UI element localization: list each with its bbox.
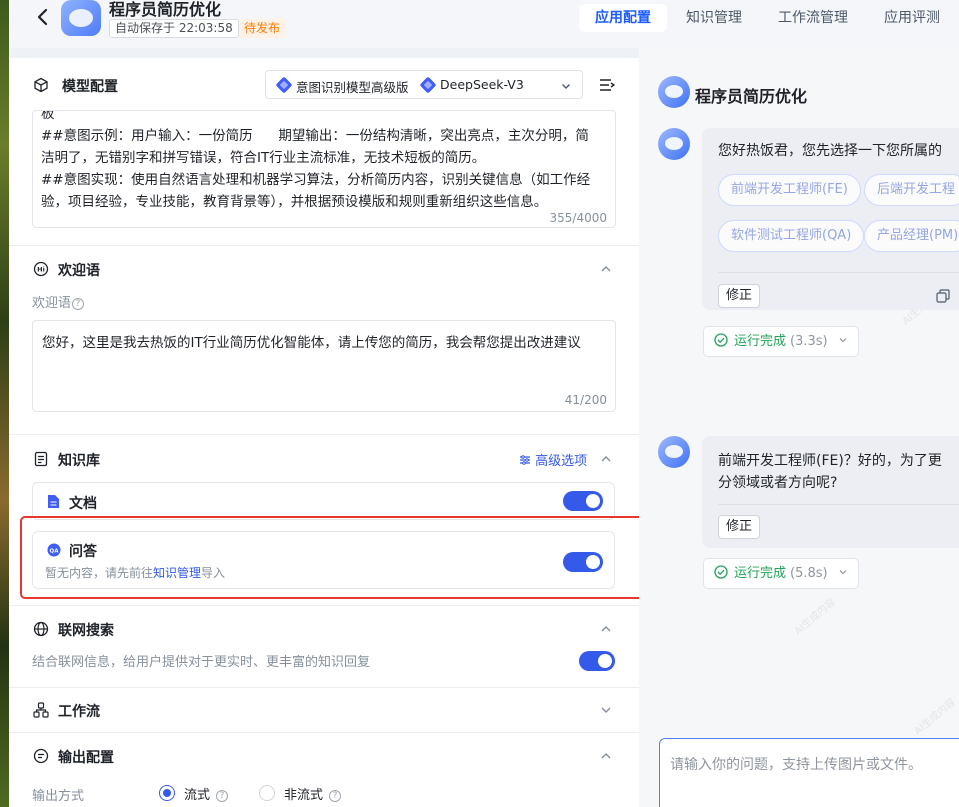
knowledge-title: 知识库 — [58, 453, 100, 469]
stream-option[interactable]: 流式? — [184, 784, 229, 803]
correct-button[interactable]: 修正 — [718, 284, 760, 308]
tab-knowledge-management[interactable]: 知识管理 — [677, 4, 751, 32]
document-list-icon — [34, 451, 48, 467]
desktop-background-strip — [0, 0, 9, 807]
preview-app-avatar — [658, 76, 690, 108]
model-config-section: 模型配置 意图识别模型高级版 DeepSeek-V3 板 ##意图示例：用户输入… — [9, 58, 639, 246]
web-search-toggle[interactable] — [579, 651, 615, 671]
run-status-2[interactable]: 运行完成 (5.8s) — [703, 558, 859, 589]
output-icon — [33, 748, 49, 764]
chat-bubble-1: 您好热饭君，您先选择一下您所属的 前端开发工程师(FE) 后端开发工程 软件测试… — [702, 128, 959, 310]
chevron-down-icon[interactable] — [599, 703, 613, 717]
non-stream-radio[interactable] — [259, 785, 275, 801]
kb-document-toggle[interactable] — [563, 491, 603, 511]
chevron-down-icon — [839, 570, 847, 575]
non-stream-option[interactable]: 非流式? — [284, 784, 342, 803]
help-icon[interactable]: ? — [329, 790, 342, 802]
prompt-char-counter: 355/4000 — [545, 211, 607, 225]
model-selector[interactable]: 意图识别模型高级版 DeepSeek-V3 — [265, 70, 583, 99]
app-title: 程序员简历优化 — [109, 0, 222, 19]
output-config-title: 输出配置 — [58, 750, 114, 766]
welcome-text[interactable]: 您好，这里是我去热饭的IT行业简历优化智能体，请上传您的简历，我会帮您提出改进建… — [42, 331, 581, 351]
svg-text:Hi: Hi — [37, 266, 45, 274]
chat-bubble-2: 前端开发工程师(FE)？好的，为了更 分领域或者方向呢? 修正 — [702, 436, 959, 548]
llm-model-icon — [419, 76, 437, 94]
chat-message-2-line2: 分领域或者方向呢? — [718, 475, 838, 491]
bubble-divider — [718, 272, 959, 273]
settings-sliders-icon[interactable] — [599, 77, 615, 93]
app-header: 程序员简历优化 自动保存于 22:03:58 待发布 应用配置 知识管理 工作流… — [9, 0, 959, 48]
watermark: AI生成内容 — [792, 596, 838, 638]
hi-icon: Hi — [33, 261, 49, 277]
bot-avatar — [658, 436, 690, 468]
app-logo-icon — [61, 0, 101, 36]
kb-document-label: 文档 — [69, 496, 97, 512]
chat-message-1: 您好热饭君，您先选择一下您所属的 — [718, 143, 942, 159]
workflow-section: 工作流 — [9, 688, 639, 733]
welcome-title: 欢迎语 — [58, 263, 100, 279]
model-config-title: 模型配置 — [62, 79, 118, 95]
welcome-field-label: 欢迎语? — [32, 292, 85, 311]
chevron-up-icon[interactable] — [599, 452, 613, 466]
highlight-box — [20, 516, 653, 599]
option-chip-pm[interactable]: 产品经理(PM) — [864, 220, 959, 252]
tab-app-evaluation[interactable]: 应用评测 — [875, 4, 949, 32]
status-badge: 待发布 — [239, 19, 286, 38]
help-icon[interactable]: ? — [72, 298, 85, 310]
check-circle-icon — [714, 333, 728, 347]
stream-radio[interactable] — [159, 785, 175, 801]
preview-title: 程序员简历优化 — [695, 87, 808, 106]
chat-input[interactable] — [670, 757, 959, 773]
output-mode-label: 输出方式 — [32, 789, 85, 804]
watermark: AI生成内容 — [912, 696, 958, 738]
prompt-editor[interactable]: 板 ##意图示例：用户输入：一份简历 期望输出：一份结构清晰，突出亮点，主次分明… — [32, 110, 616, 228]
autosave-status: 自动保存于 22:03:58 — [109, 19, 239, 38]
tab-workflow-management[interactable]: 工作流管理 — [769, 4, 857, 32]
workflow-icon — [33, 702, 49, 718]
chat-preview-panel: 程序员简历优化 AI生成内容 AI生成内容 AI生成内容 您好热饭君，您先选择一… — [639, 48, 959, 807]
chat-message-2-line1: 前端开发工程师(FE)？好的，为了更 — [718, 453, 942, 469]
tab-app-config[interactable]: 应用配置 — [579, 4, 667, 32]
chevron-up-icon[interactable] — [599, 622, 613, 636]
correct-button[interactable]: 修正 — [718, 515, 760, 539]
output-config-section: 输出配置 输出方式 流式? 非流式? — [9, 733, 639, 807]
intent-model-name: 意图识别模型高级版 — [296, 80, 409, 95]
kb-document-card: 文档 — [32, 482, 615, 520]
web-search-desc: 结合联网信息，给用户提供对于更实时、更丰富的知识回复 — [32, 655, 371, 670]
help-icon[interactable]: ? — [216, 790, 229, 802]
file-icon — [48, 495, 59, 508]
welcome-char-counter: 41/200 — [564, 393, 607, 407]
option-chip-qa[interactable]: 软件测试工程师(QA) — [718, 220, 865, 252]
prompt-text[interactable]: 板 ##意图示例：用户输入：一份简历 期望输出：一份结构清晰，突出亮点，主次分明… — [41, 111, 593, 213]
back-arrow-icon[interactable] — [33, 6, 53, 28]
advanced-options-link[interactable]: 高级选项 — [519, 450, 587, 469]
check-circle-icon — [714, 565, 728, 579]
chevron-down-icon — [562, 84, 570, 89]
workflow-title: 工作流 — [58, 704, 100, 720]
chevron-up-icon[interactable] — [599, 262, 613, 276]
web-search-title: 联网搜索 — [58, 623, 114, 639]
bubble-divider — [718, 504, 959, 505]
intent-model-icon — [275, 76, 293, 94]
llm-model-name: DeepSeek-V3 — [440, 77, 524, 92]
filter-sliders-icon — [520, 455, 530, 465]
welcome-section: Hi 欢迎语 欢迎语? 您好，这里是我去热饭的IT行业简历优化智能体，请上传您的… — [9, 246, 639, 435]
chevron-up-icon[interactable] — [599, 749, 613, 763]
option-chip-be[interactable]: 后端开发工程 — [864, 174, 959, 206]
web-search-section: 联网搜索 结合联网信息，给用户提供对于更实时、更丰富的知识回复 — [9, 606, 639, 688]
chat-input-box[interactable] — [659, 738, 959, 807]
copy-icon[interactable] — [935, 288, 951, 304]
globe-icon — [33, 621, 49, 637]
cube-icon — [34, 77, 48, 93]
bot-avatar — [658, 128, 690, 160]
config-panel: 模型配置 意图识别模型高级版 DeepSeek-V3 板 ##意图示例：用户输入… — [9, 58, 639, 807]
option-chip-fe[interactable]: 前端开发工程师(FE) — [718, 174, 861, 206]
run-status-1[interactable]: 运行完成 (3.3s) — [703, 326, 859, 357]
welcome-input[interactable]: 您好，这里是我去热饭的IT行业简历优化智能体，请上传您的简历，我会帮您提出改进建… — [32, 320, 616, 412]
chevron-down-icon — [839, 338, 847, 343]
